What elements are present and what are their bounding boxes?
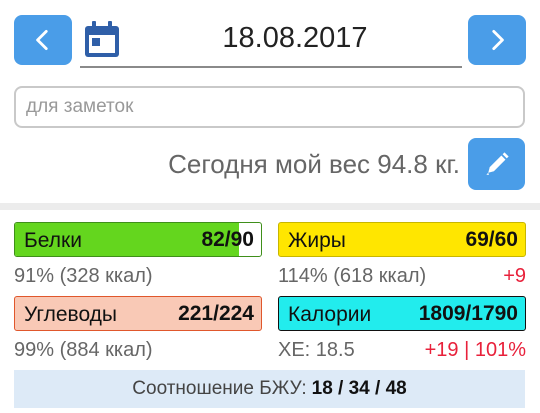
ratio-label: Соотношение БЖУ: [132,378,307,399]
ratio-value: 18 / 34 / 48 [311,378,407,399]
date-underline [80,66,462,68]
carbs-percent: 99% (884 ккал) [14,339,153,361]
next-day-button[interactable] [468,15,526,65]
carbs-value: 221/224 [178,302,254,325]
chevron-left-icon [36,29,48,51]
fat-label: Жиры [288,229,346,252]
carbs-bar[interactable]: Углеводы 221/224 [14,296,262,331]
macro-ratio-bar: Соотношение БЖУ: 18 / 34 / 48 [14,370,525,408]
bread-units: ХЕ: 18.5 [278,339,355,361]
fat-bar[interactable]: Жиры 69/60 [278,222,526,257]
calories-value: 1809/1790 [418,302,518,325]
weight-label: Сегодня мой вес 94.8 кг. [168,149,460,179]
selected-date[interactable]: 18.08.2017 [130,22,460,55]
carbs-label: Углеводы [24,303,118,326]
previous-day-button[interactable] [14,15,72,65]
calories-excess: +19 | 101% [424,339,526,361]
fat-value: 69/60 [465,228,518,251]
date-header-card: 18.08.2017 Сегодня мой вес 94.8 кг. [0,0,540,203]
fat-percent: 114% (618 ккал) [278,265,427,287]
protein-percent: 91% (328 ккал) [14,265,153,287]
protein-label: Белки [24,229,82,252]
notes-input[interactable] [14,86,525,128]
calendar-icon[interactable] [82,20,122,60]
protein-value: 82/90 [201,228,254,251]
protein-bar[interactable]: Белки 82/90 [14,222,262,257]
chevron-right-icon [492,29,504,51]
edit-weight-button[interactable] [468,138,525,190]
calories-label: Калории [288,303,372,326]
calories-bar[interactable]: Калории 1809/1790 [278,296,526,331]
fat-excess: +9 [503,265,526,287]
pencil-icon [485,152,509,175]
